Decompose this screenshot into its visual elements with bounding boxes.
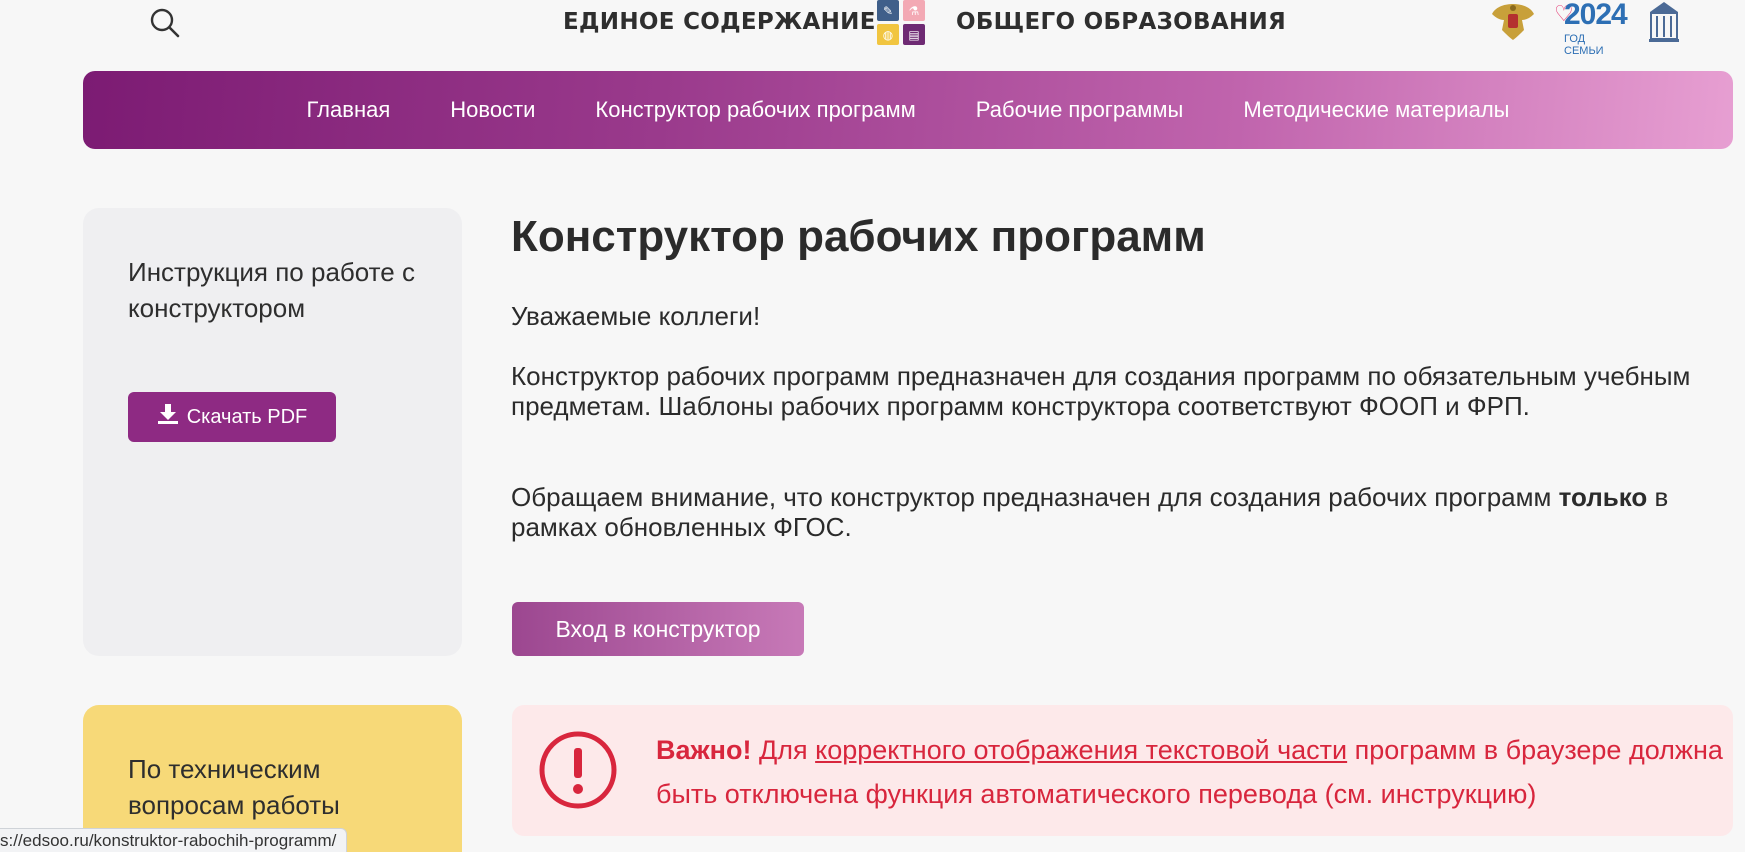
ball-icon: ◍ (877, 24, 899, 45)
family-year-number: 2024 (1564, 0, 1628, 31)
download-icon (157, 403, 179, 431)
pencil-icon: ✎ (877, 0, 899, 21)
brand-title-right[interactable]: ОБЩЕГО ОБРАЗОВАНИЯ (956, 9, 1286, 35)
site-header: ЕДИНОЕ СОДЕРЖАНИЕ ✎ ⚗ ◍ ▤ ОБЩЕГО ОБРАЗОВ… (0, 0, 1745, 66)
status-url-bar: s://edsoo.ru/konstruktor-rabochih-progra… (0, 828, 348, 852)
building-logo[interactable] (1647, 0, 1681, 44)
warning-box: Важно! Для корректного отображения текст… (512, 705, 1733, 836)
nav-item-news[interactable]: Новости (420, 97, 565, 123)
download-pdf-label: Скачать PDF (186, 405, 308, 428)
nav-item-home[interactable]: Главная (277, 97, 421, 123)
warning-text: Важно! Для корректного отображения текст… (656, 728, 1726, 816)
download-pdf-button[interactable]: Скачать PDF (128, 392, 336, 442)
note-text: Обращаем внимание, что конструктор предн… (511, 482, 1731, 542)
family-year-caption: ГОД СЕМЬИ (1564, 33, 1604, 57)
search-icon[interactable] (148, 6, 182, 40)
brand-title-left[interactable]: ЕДИНОЕ СОДЕРЖАНИЕ (563, 9, 876, 35)
nav-item-methodical-materials[interactable]: Методические материалы (1213, 97, 1539, 123)
page-title: Конструктор рабочих программ (511, 212, 1206, 261)
brand-logo[interactable]: ✎ ⚗ ◍ ▤ (877, 0, 927, 46)
warning-text-before: Для (751, 735, 816, 765)
nav-item-constructor[interactable]: Конструктор рабочих программ (565, 97, 945, 123)
note-prefix: Обращаем внимание, что конструктор предн… (511, 482, 1559, 512)
main-nav: Главная Новости Конструктор рабочих прог… (83, 71, 1733, 149)
note-bold: только (1558, 482, 1648, 512)
flask-icon: ⚗ (903, 0, 925, 21)
book-icon: ▤ (903, 24, 925, 45)
nav-item-work-programs[interactable]: Рабочие программы (946, 97, 1214, 123)
instruction-title: Инструкция по работе с конструктором (128, 257, 415, 323)
enter-constructor-button[interactable]: Вход в конструктор (512, 602, 804, 656)
tech-support-title: По техническим вопросам работы (128, 754, 340, 820)
warning-strong: Важно! (656, 735, 752, 765)
warning-link[interactable]: корректного отображения текстовой части (815, 735, 1347, 765)
description-text: Конструктор рабочих программ предназначе… (511, 361, 1691, 421)
greeting-text: Уважаемые коллеги! (511, 301, 761, 331)
exclamation-icon (538, 730, 618, 810)
coat-of-arms-logo[interactable] (1488, 0, 1538, 42)
family-year-logo[interactable]: ♡ 2024 ГОД СЕМЬИ (1554, 0, 1628, 57)
instruction-card: Инструкция по работе с конструктором Ска… (83, 208, 462, 656)
